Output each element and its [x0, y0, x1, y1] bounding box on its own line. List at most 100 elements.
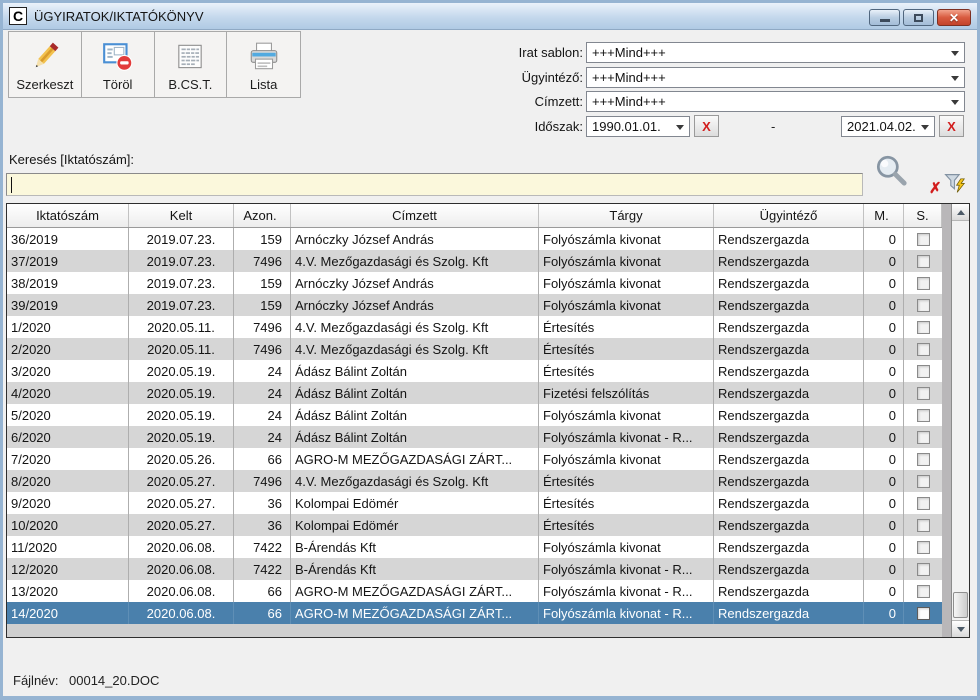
maximize-button[interactable] [903, 9, 934, 26]
cell-azon: 7496 [234, 316, 291, 338]
cell-targy: Folyószámla kivonat [539, 448, 714, 470]
search-clear-button[interactable]: ✗ [929, 181, 942, 196]
cimzett-value: +++Mind+++ [592, 94, 666, 109]
cell-azon: 24 [234, 426, 291, 448]
delete-button[interactable]: Töröl [82, 32, 155, 97]
cell-s [904, 250, 942, 272]
cell-azon: 24 [234, 404, 291, 426]
cell-ugyintezo: Rendszergazda [714, 448, 864, 470]
table-row[interactable]: 5/2020 2020.05.19. 24 Ádász Bálint Zoltá… [7, 404, 942, 426]
column-header-s[interactable]: S. [904, 204, 942, 227]
table-row[interactable]: 7/2020 2020.05.26. 66 AGRO-M MEZŐGAZDASÁ… [7, 448, 942, 470]
edit-button[interactable]: Szerkeszt [9, 32, 82, 97]
search-input[interactable] [6, 173, 863, 196]
table-row[interactable]: 6/2020 2020.05.19. 24 Ádász Bálint Zoltá… [7, 426, 942, 448]
bcst-button[interactable]: B.CS.T. [155, 32, 228, 97]
row-checkbox[interactable] [917, 233, 930, 246]
row-checkbox[interactable] [917, 343, 930, 356]
cell-ugyintezo: Rendszergazda [714, 338, 864, 360]
table-row[interactable]: 11/2020 2020.06.08. 7422 B-Árendás Kft F… [7, 536, 942, 558]
cell-kelt: 2019.07.23. [129, 228, 234, 250]
ugyintezo-combobox[interactable]: +++Mind+++ [586, 67, 965, 88]
row-checkbox[interactable] [917, 277, 930, 290]
row-checkbox[interactable] [917, 365, 930, 378]
column-header-m[interactable]: M. [864, 204, 904, 227]
cell-iktatoszam: 3/2020 [7, 360, 129, 382]
window-title: ÜGYIRATOK/IKTATÓKÖNYV [34, 9, 204, 24]
cell-ugyintezo: Rendszergazda [714, 250, 864, 272]
cimzett-combobox[interactable]: +++Mind+++ [586, 91, 965, 112]
date-from-clear-button[interactable]: X [694, 115, 719, 137]
row-checkbox[interactable] [917, 497, 930, 510]
table-row[interactable]: 12/2020 2020.06.08. 7422 B-Árendás Kft F… [7, 558, 942, 580]
cell-m: 0 [864, 558, 904, 580]
row-checkbox[interactable] [917, 563, 930, 576]
irat-sablon-value: +++Mind+++ [592, 45, 666, 60]
date-from-combobox[interactable]: 1990.01.01. [586, 116, 690, 137]
table-row[interactable]: 38/2019 2019.07.23. 159 Arnóczky József … [7, 272, 942, 294]
column-header-kelt[interactable]: Kelt [129, 204, 234, 227]
list-button[interactable]: Lista [227, 32, 300, 97]
row-checkbox[interactable] [917, 431, 930, 444]
cell-iktatoszam: 6/2020 [7, 426, 129, 448]
row-checkbox[interactable] [917, 519, 930, 532]
date-to-clear-button[interactable]: X [939, 115, 964, 137]
cell-m: 0 [864, 426, 904, 448]
table-row[interactable]: 8/2020 2020.05.27. 7496 4.V. Mezőgazdasá… [7, 470, 942, 492]
row-checkbox[interactable] [917, 409, 930, 422]
column-header-iktatoszam[interactable]: Iktatószám [7, 204, 129, 227]
cell-cimzett: 4.V. Mezőgazdasági és Szolg. Kft [291, 470, 539, 492]
cell-azon: 7422 [234, 536, 291, 558]
cell-kelt: 2020.05.19. [129, 382, 234, 404]
cell-kelt: 2020.06.08. [129, 536, 234, 558]
table-row[interactable]: 10/2020 2020.05.27. 36 Kolompai Edömér É… [7, 514, 942, 536]
column-header-azon[interactable]: Azon. [234, 204, 291, 227]
cell-azon: 7496 [234, 338, 291, 360]
table-side-filler [942, 204, 951, 637]
column-header-cimzett[interactable]: Címzett [291, 204, 539, 227]
cell-iktatoszam: 13/2020 [7, 580, 129, 602]
scroll-up-button[interactable] [952, 204, 969, 221]
row-checkbox[interactable] [917, 607, 930, 620]
row-checkbox[interactable] [917, 475, 930, 488]
table-row[interactable]: 39/2019 2019.07.23. 159 Arnóczky József … [7, 294, 942, 316]
irat-sablon-combobox[interactable]: +++Mind+++ [586, 42, 965, 63]
row-checkbox[interactable] [917, 321, 930, 334]
cell-iktatoszam: 10/2020 [7, 514, 129, 536]
table-row[interactable]: 13/2020 2020.06.08. 66 AGRO-M MEZŐGAZDAS… [7, 580, 942, 602]
table-row[interactable]: 37/2019 2019.07.23. 7496 4.V. Mezőgazdas… [7, 250, 942, 272]
scroll-down-button[interactable] [952, 620, 969, 637]
cell-s [904, 382, 942, 404]
date-range-separator: - [771, 119, 775, 134]
scrollbar-thumb[interactable] [953, 592, 968, 618]
cell-cimzett: AGRO-M MEZŐGAZDASÁGI ZÁRT... [291, 448, 539, 470]
row-checkbox[interactable] [917, 299, 930, 312]
close-button[interactable]: ✕ [937, 9, 971, 26]
table-row[interactable]: 1/2020 2020.05.11. 7496 4.V. Mezőgazdasá… [7, 316, 942, 338]
row-checkbox[interactable] [917, 387, 930, 400]
cell-iktatoszam: 37/2019 [7, 250, 129, 272]
cell-cimzett: B-Árendás Kft [291, 536, 539, 558]
table-row[interactable]: 36/2019 2019.07.23. 159 Arnóczky József … [7, 228, 942, 250]
minimize-icon [880, 19, 890, 22]
column-header-targy[interactable]: Tárgy [539, 204, 714, 227]
row-checkbox[interactable] [917, 453, 930, 466]
row-checkbox[interactable] [917, 541, 930, 554]
cell-iktatoszam: 14/2020 [7, 602, 129, 624]
vertical-scrollbar[interactable] [951, 204, 969, 637]
filter-button[interactable] [944, 171, 967, 200]
table-row[interactable]: 3/2020 2020.05.19. 24 Ádász Bálint Zoltá… [7, 360, 942, 382]
cell-azon: 7496 [234, 250, 291, 272]
minimize-button[interactable] [869, 9, 900, 26]
cell-cimzett: Ádász Bálint Zoltán [291, 360, 539, 382]
column-header-ugyintezo[interactable]: Ügyintéző [714, 204, 864, 227]
row-checkbox[interactable] [917, 255, 930, 268]
table-row[interactable]: 2/2020 2020.05.11. 7496 4.V. Mezőgazdasá… [7, 338, 942, 360]
printer-icon [247, 36, 281, 77]
search-button[interactable] [872, 152, 910, 195]
table-row[interactable]: 4/2020 2020.05.19. 24 Ádász Bálint Zoltá… [7, 382, 942, 404]
table-row[interactable]: 9/2020 2020.05.27. 36 Kolompai Edömér Ér… [7, 492, 942, 514]
date-to-combobox[interactable]: 2021.04.02. [841, 116, 935, 137]
row-checkbox[interactable] [917, 585, 930, 598]
table-row[interactable]: 14/2020 2020.06.08. 66 AGRO-M MEZŐGAZDAS… [7, 602, 942, 624]
